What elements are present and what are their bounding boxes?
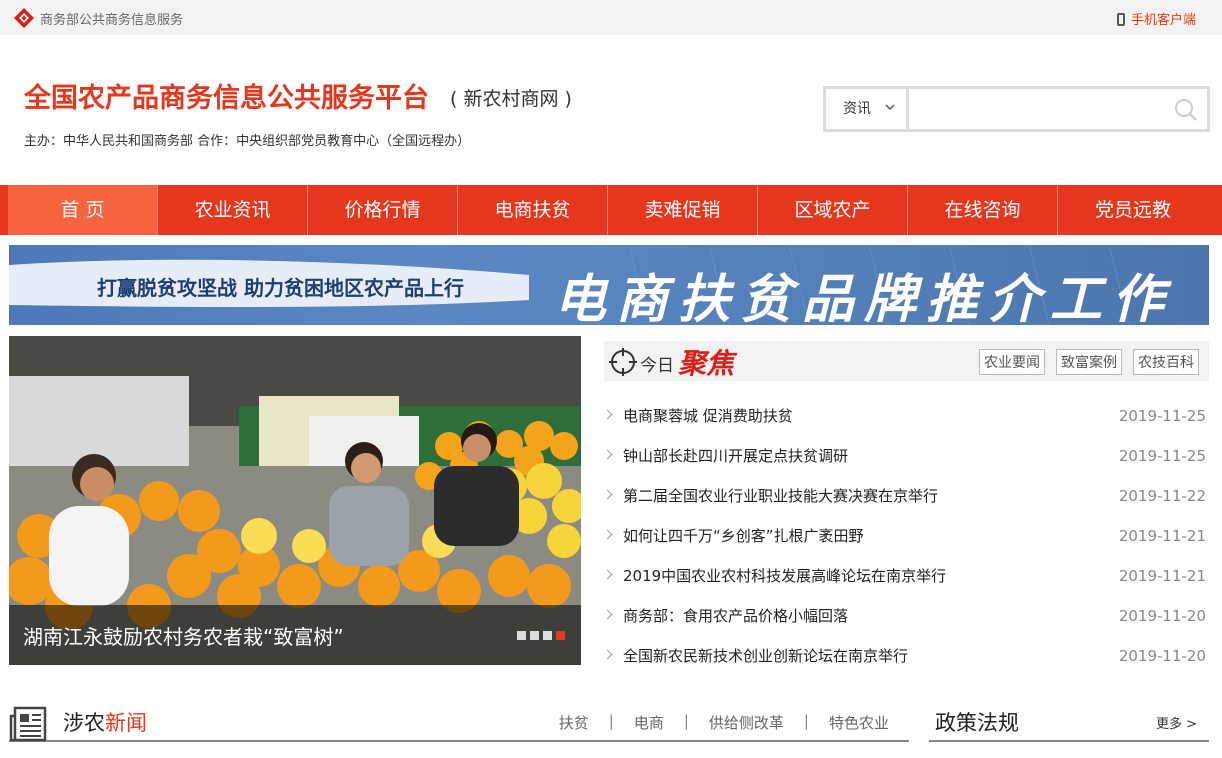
list-item[interactable]: 如何让四千万“乡创客”扎根广袤田野 2019-11-21 <box>602 516 1209 556</box>
page-title[interactable]: 全国农产品商务信息公共服务平台 <box>24 76 429 115</box>
chevron-right-icon <box>602 489 613 500</box>
tab-agri-tech-wiki[interactable]: 农技百科 <box>1133 349 1199 375</box>
carousel-dot[interactable] <box>543 631 552 640</box>
news-date: 2019-11-25 <box>1118 447 1206 465</box>
link-ecommerce[interactable]: 电商 <box>634 712 664 733</box>
news-title[interactable]: 如何让四千万“乡创客”扎根广袤田野 <box>623 527 864 545</box>
nav-item-sales-promotion[interactable]: 卖难促销 <box>608 185 758 235</box>
agri-news-section-header: 涉农新闻 扶贫 | 电商 | 供给侧改革 | 特色农业 <box>9 700 909 742</box>
list-item[interactable]: 钟山部长赴四川开展定点扶贫调研 2019-11-25 <box>602 436 1209 476</box>
list-item[interactable]: 2019中国农业农村科技发展高峰论坛在南京举行 2019-11-21 <box>602 556 1209 596</box>
carousel-dot[interactable] <box>530 631 539 640</box>
chevron-right-icon <box>602 529 613 540</box>
news-date: 2019-11-20 <box>1118 607 1206 625</box>
news-date: 2019-11-21 <box>1118 527 1206 545</box>
chevron-down-icon <box>885 104 895 111</box>
news-title[interactable]: 钟山部长赴四川开展定点扶贫调研 <box>623 447 848 465</box>
sponsor-text: 主办：中华人民共和国商务部 合作：中央组织部党员教育中心（全国远程办） <box>24 134 471 149</box>
main-nav: 首 页 农业资讯 价格行情 电商扶贫 卖难促销 区域农产 在线咨询 党员远教 <box>0 185 1222 235</box>
promo-banner[interactable]: 打赢脱贫攻坚战 助力贫困地区农产品上行 电商扶贫品牌推介工作 <box>9 245 1209 325</box>
chevron-right-icon <box>602 449 613 460</box>
news-date: 2019-11-25 <box>1118 407 1206 425</box>
news-title[interactable]: 电商聚蓉城 促消费助扶贫 <box>623 407 793 425</box>
list-item[interactable]: 商务部：食用农产品价格小幅回落 2019-11-20 <box>602 596 1209 636</box>
link-poverty[interactable]: 扶贫 <box>559 712 589 733</box>
focus-news-list: 电商聚蓉城 促消费助扶贫 2019-11-25 钟山部长赴四川开展定点扶贫调研 20… <box>602 396 1209 676</box>
carousel-dots <box>517 631 565 640</box>
policy-section-header: 政策法规 更多 > <box>929 700 1209 742</box>
chevron-right-icon <box>602 569 613 580</box>
section-title-agri-news: 涉农新闻 <box>63 707 147 737</box>
tab-agri-headlines[interactable]: 农业要闻 <box>979 349 1045 375</box>
focus-tabs: 农业要闻 致富案例 农技百科 <box>979 349 1199 375</box>
list-item[interactable]: 第二届全国农业行业职业技能大赛决赛在京举行 2019-11-22 <box>602 476 1209 516</box>
divider: | <box>683 712 689 730</box>
chevron-right-icon <box>602 609 613 620</box>
divider: | <box>803 712 809 730</box>
news-date: 2019-11-21 <box>1118 567 1206 585</box>
section-title-part: 涉农 <box>63 711 105 735</box>
nav-item-online-consult[interactable]: 在线咨询 <box>908 185 1058 235</box>
banner-slogan: 打赢脱贫攻坚战 助力贫困地区农产品上行 <box>97 276 464 300</box>
search-type-select[interactable]: 资讯 <box>826 89 909 129</box>
top-bar: 商务部公共商务信息服务 手机客户端 <box>0 0 1222 35</box>
site-name-link[interactable]: 商务部公共商务信息服务 <box>40 9 183 28</box>
list-item[interactable]: 电商聚蓉城 促消费助扶贫 2019-11-25 <box>602 396 1209 436</box>
news-title[interactable]: 第二届全国农业行业职业技能大赛决赛在京举行 <box>623 487 938 505</box>
carousel-dot-active[interactable] <box>556 631 565 640</box>
chevron-right-icon <box>602 649 613 660</box>
carousel-caption-bar: 湖南江永鼓励农村务农者栽“致富树” <box>9 605 581 665</box>
nav-item-party-education[interactable]: 党员远教 <box>1058 185 1208 235</box>
list-item[interactable]: 全国新农民新技术创业创新论坛在南京举行 2019-11-20 <box>602 636 1209 676</box>
nav-item-regional-products[interactable]: 区域农产 <box>758 185 908 235</box>
chevron-right-icon <box>602 409 613 420</box>
nav-item-home[interactable]: 首 页 <box>8 185 158 235</box>
news-title[interactable]: 全国新农民新技术创业创新论坛在南京举行 <box>623 647 908 665</box>
search-icon[interactable] <box>1173 97 1199 123</box>
nav-item-agri-news[interactable]: 农业资讯 <box>158 185 308 235</box>
page-subtitle: ( 新农村商网 ) <box>450 88 572 110</box>
section-title-policy: 政策法规 <box>935 711 1019 735</box>
news-title[interactable]: 2019中国农业农村科技发展高峰论坛在南京举行 <box>623 567 946 585</box>
carousel-caption[interactable]: 湖南江永鼓励农村务农者栽“致富树” <box>23 621 344 650</box>
today-focus-header: 今日 聚焦 农业要闻 致富案例 农技百科 <box>604 341 1209 381</box>
tab-success-cases[interactable]: 致富案例 <box>1056 349 1122 375</box>
nav-item-prices[interactable]: 价格行情 <box>308 185 458 235</box>
search-box: 资讯 <box>823 86 1210 132</box>
focus-label: 聚焦 <box>678 347 735 380</box>
agri-news-links: 扶贫 | 电商 | 供给侧改革 | 特色农业 <box>559 712 889 733</box>
news-title[interactable]: 商务部：食用农产品价格小幅回落 <box>623 607 848 625</box>
news-carousel[interactable]: 湖南江永鼓励农村务农者栽“致富树” <box>9 336 581 665</box>
target-crosshair-icon <box>609 348 637 376</box>
mobile-client-link[interactable]: 手机客户端 <box>1116 9 1196 28</box>
phone-icon <box>1116 13 1125 26</box>
today-label: 今日 <box>640 356 674 376</box>
banner-headline: 电商扶贫品牌推介工作 <box>554 269 1175 325</box>
link-supply-side-reform[interactable]: 供给侧改革 <box>709 712 784 733</box>
news-date: 2019-11-22 <box>1118 487 1206 505</box>
news-date: 2019-11-20 <box>1118 647 1206 665</box>
nav-item-ecommerce-poverty[interactable]: 电商扶贫 <box>458 185 608 235</box>
carousel-dot[interactable] <box>517 631 526 640</box>
search-input[interactable] <box>914 91 1164 127</box>
section-title-highlight: 新闻 <box>105 711 147 735</box>
divider: | <box>608 712 614 730</box>
link-specialty-agriculture[interactable]: 特色农业 <box>829 712 889 733</box>
more-link[interactable]: 更多 > <box>1156 713 1197 732</box>
mobile-client-label: 手机客户端 <box>1130 13 1196 28</box>
search-type-label: 资讯 <box>843 101 871 117</box>
newspaper-icon <box>9 706 47 742</box>
mofcom-logo-icon <box>14 8 34 28</box>
